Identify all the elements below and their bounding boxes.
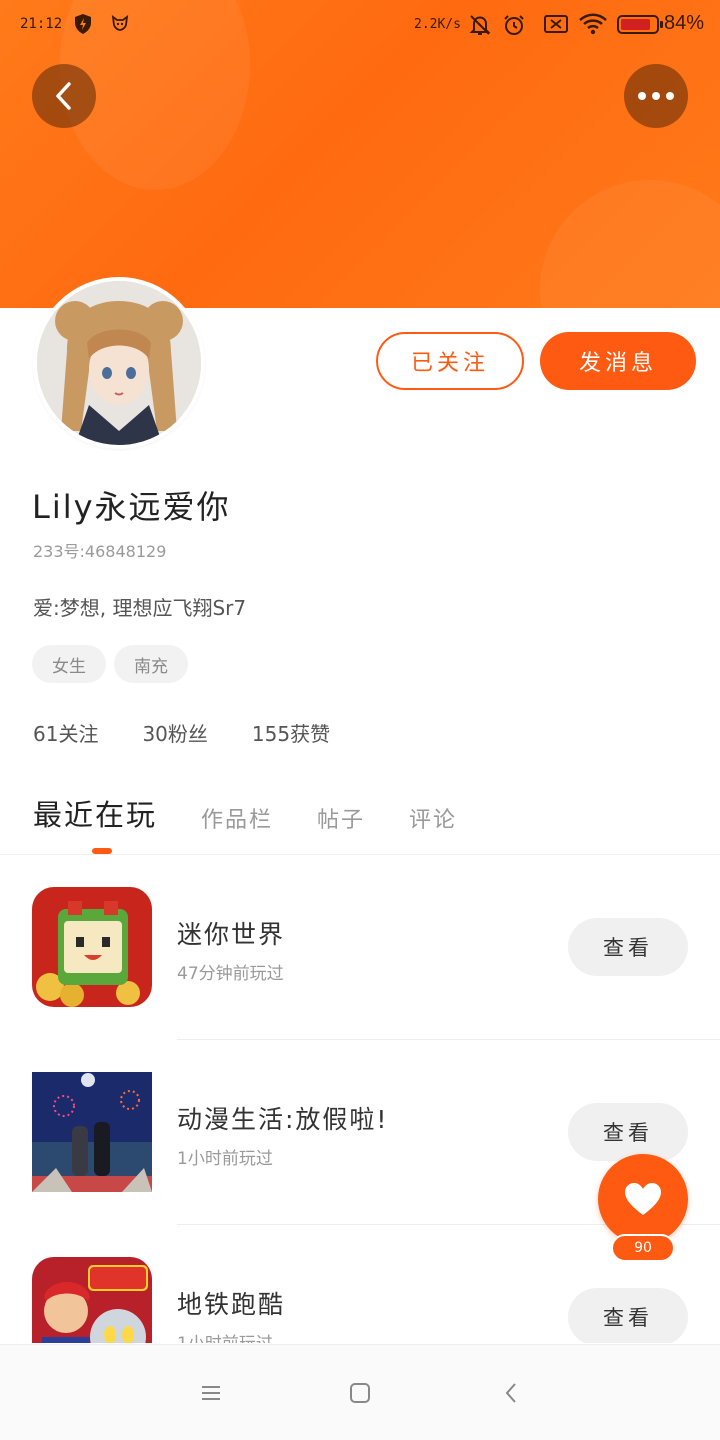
avatar-illustration xyxy=(37,281,201,445)
status-bar: 21:12 2.2K/s 84% xyxy=(0,0,720,50)
game-last-played: 47分钟前玩过 xyxy=(177,964,284,984)
view-button[interactable]: 查看 xyxy=(568,918,688,976)
banner-decoration xyxy=(540,180,720,308)
system-nav-bar xyxy=(0,1344,720,1440)
battery-fill xyxy=(621,19,650,30)
menu-icon[interactable] xyxy=(197,1379,225,1407)
stat-label: 关注 xyxy=(58,722,99,746)
bell-off-icon xyxy=(468,13,491,35)
avatar[interactable] xyxy=(33,277,205,449)
like-count: 90 xyxy=(611,1234,675,1262)
bolt-shield-icon xyxy=(72,13,94,35)
alarm-icon xyxy=(502,13,524,35)
tab-recently-played[interactable]: 最近在玩 xyxy=(33,792,157,834)
back-button[interactable] xyxy=(32,64,96,128)
user-id: 233号:46848129 xyxy=(33,542,167,561)
more-button[interactable] xyxy=(624,64,688,128)
stat-following[interactable]: 61关注 xyxy=(33,718,98,747)
send-message-button[interactable]: 发消息 xyxy=(540,332,696,390)
game-icon-anime-life xyxy=(32,1072,152,1192)
game-name: 动漫生活:放假啦! xyxy=(177,1105,389,1134)
battery-icon xyxy=(617,15,663,34)
tag-gender: 女生 xyxy=(32,645,106,683)
game-icon-mini-world xyxy=(32,887,152,1007)
user-bio: 爱:梦想, 理想应飞翔Sr7 xyxy=(33,596,247,620)
game-last-played: 1小时前玩过 xyxy=(177,1329,273,1343)
stat-label: 粉丝 xyxy=(167,722,208,746)
tag-location: 南充 xyxy=(114,645,188,683)
view-button[interactable]: 查看 xyxy=(568,1288,688,1343)
network-speed: 2.2K/s xyxy=(414,17,461,32)
game-name: 地铁跑酷 xyxy=(177,1290,286,1319)
wifi-icon xyxy=(578,13,607,35)
recent-games-list: 迷你世界 47分钟前玩过 查看 动漫生活:放假啦! 1小时前玩过 查看 地铁跑酷… xyxy=(0,855,720,1343)
more-dots-icon xyxy=(638,92,674,100)
tab-posts[interactable]: 帖子 xyxy=(317,802,365,834)
battery-tip xyxy=(660,21,663,28)
profile-stats: 61关注 30粉丝 155获赞 xyxy=(33,718,330,747)
tab-comments[interactable]: 评论 xyxy=(409,802,457,834)
battery-percent: 84% xyxy=(664,12,705,34)
game-last-played: 1小时前玩过 xyxy=(177,1149,273,1169)
sim-off-icon xyxy=(543,13,568,35)
fox-icon xyxy=(110,13,132,35)
list-item[interactable]: 迷你世界 47分钟前玩过 查看 xyxy=(0,855,720,1040)
stat-label: 获赞 xyxy=(290,722,331,746)
game-name: 迷你世界 xyxy=(177,920,286,949)
status-time: 21:12 xyxy=(20,16,63,32)
username: Lily永远爱你 xyxy=(32,488,231,526)
profile-tabs: 最近在玩 作品栏 帖子 评论 xyxy=(33,792,501,834)
heart-icon xyxy=(625,1183,661,1215)
stat-likes: 155获赞 xyxy=(252,718,330,747)
home-square-icon[interactable] xyxy=(346,1379,374,1407)
stat-fans[interactable]: 30粉丝 xyxy=(142,718,207,747)
back-triangle-icon[interactable] xyxy=(497,1379,525,1407)
profile-tags: 女生 南充 xyxy=(32,645,188,683)
stat-count: 155 xyxy=(251,722,291,746)
back-arrow-icon xyxy=(56,82,71,110)
stat-count: 61 xyxy=(33,722,59,746)
stat-count: 30 xyxy=(142,722,168,746)
view-button[interactable]: 查看 xyxy=(568,1103,688,1161)
tab-works[interactable]: 作品栏 xyxy=(201,802,273,834)
followed-button[interactable]: 已关注 xyxy=(376,332,524,390)
game-icon-subway-surfers xyxy=(32,1257,152,1343)
like-button[interactable] xyxy=(598,1154,688,1244)
